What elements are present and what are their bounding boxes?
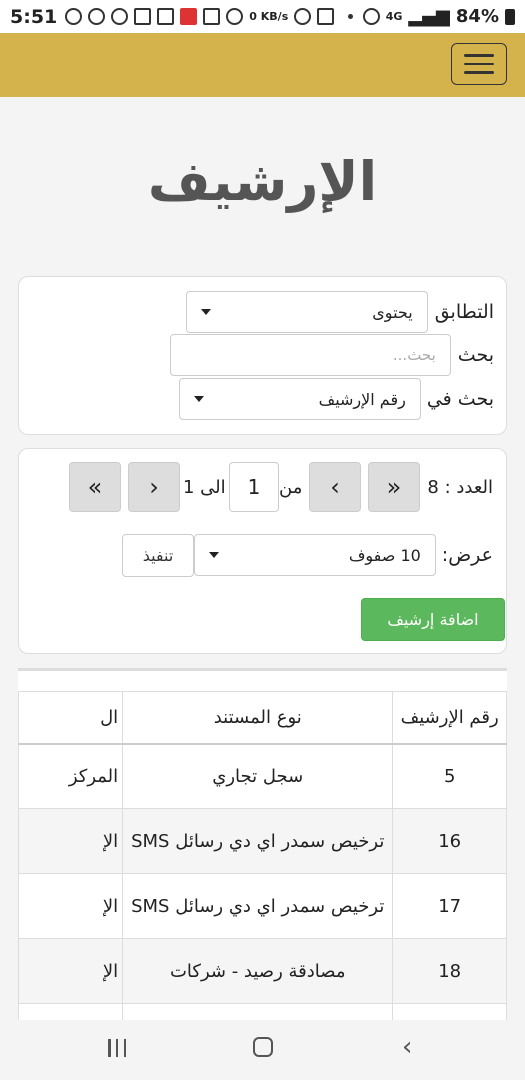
match-select-value: يحتوى <box>372 302 413 322</box>
alarm-icon <box>294 8 312 25</box>
gallery-icon <box>317 8 335 25</box>
cell-archive-number: 16 <box>392 808 507 874</box>
speed-unit: KB/s <box>260 10 289 23</box>
adobe-icon <box>180 8 198 25</box>
rows-select-value: 10 صفوف <box>348 545 421 565</box>
caret-down-icon <box>208 552 219 558</box>
table-row[interactable]: 17 ترخيص سمدر اي دي رسائل SMS الإ <box>18 873 507 939</box>
rows-select[interactable]: 10 صفوف <box>193 534 436 576</box>
more-notifications-icon <box>348 14 354 19</box>
column-header-document-type[interactable]: نوع المستند <box>122 691 394 745</box>
search-in-select-value: رقم الإرشيف <box>318 389 406 409</box>
last-page-button[interactable]: « <box>69 462 121 512</box>
column-header-archive-number[interactable]: رقم الإرشيف <box>392 691 507 745</box>
app-icon <box>88 8 106 25</box>
table-row[interactable] <box>18 1003 507 1020</box>
chevron-left-icon: ‹ <box>330 473 340 501</box>
news-icon <box>157 8 175 25</box>
display-label: عرض: <box>441 544 493 566</box>
from-label: من <box>279 477 303 498</box>
cell-archive-number: 18 <box>392 938 507 1004</box>
search-row: بحث <box>169 334 494 376</box>
cell-next: الإ <box>18 873 124 939</box>
table-row[interactable]: 16 ترخيص سمدر اي دي رسائل SMS الإ <box>18 808 507 874</box>
caret-down-icon <box>200 309 211 315</box>
search-in-select[interactable]: رقم الإرشيف <box>178 378 421 420</box>
match-label: التطابق <box>434 301 494 323</box>
status-time: 5:51 <box>10 5 58 28</box>
menu-toggle-button[interactable] <box>451 43 507 85</box>
first-page-button[interactable]: » <box>368 462 420 512</box>
chevron-right-icon: › <box>149 473 159 501</box>
home-icon[interactable] <box>253 1037 273 1057</box>
display-row: عرض: 10 صفوف <box>193 534 493 576</box>
cell-document-type: سجل تجاري <box>122 743 394 809</box>
cell-archive-number: 5 <box>392 743 507 809</box>
hamburger-icon <box>464 54 494 57</box>
next-page-button[interactable]: › <box>128 462 180 512</box>
double-chevron-left-icon: « <box>87 473 103 501</box>
cell-next: الإ <box>18 938 124 1004</box>
table-row[interactable]: 18 مصادقة رصيد - شركات الإ <box>18 938 507 1004</box>
add-archive-button[interactable]: اضافة إرشيف <box>361 598 505 641</box>
count-label: العدد : 8 <box>427 477 493 498</box>
archive-table-container[interactable]: رقم الإرشيف نوع المستند ال 5 سجل تجاري ا… <box>18 668 507 1020</box>
status-right: 4G ▂▄▆ 84% <box>362 6 515 27</box>
news-icon <box>134 8 152 25</box>
archive-table: رقم الإرشيف نوع المستند ال 5 سجل تجاري ا… <box>18 691 507 1020</box>
cell-document-type: ترخيص سمدر اي دي رسائل SMS <box>122 873 394 939</box>
status-bar: 5:51 0 KB/s 4G ▂▄▆ 84% <box>0 0 525 33</box>
recent-apps-icon[interactable] <box>108 1039 126 1057</box>
sync-icon <box>226 8 244 25</box>
cloud-icon <box>203 8 221 25</box>
current-page-input[interactable]: 1 <box>229 462 279 512</box>
execute-button[interactable]: تنفيذ <box>122 534 194 577</box>
battery-percent: 84% <box>455 6 499 27</box>
caret-down-icon <box>193 396 204 402</box>
match-select[interactable]: يحتوى <box>185 291 428 333</box>
signal-icon: ▂▄▆ <box>408 6 450 27</box>
total-pages-label: الى 1 <box>183 477 226 498</box>
cell-archive-number: 17 <box>392 873 507 939</box>
search-in-row: بحث في رقم الإرشيف <box>178 378 494 420</box>
notification-icons: 0 KB/s <box>65 8 354 25</box>
prev-page-button[interactable]: ‹ <box>309 462 361 512</box>
top-navbar <box>0 33 525 97</box>
match-row: التطابق يحتوى <box>185 291 494 333</box>
cell-document-type: ترخيص سمدر اي دي رسائل SMS <box>122 808 394 874</box>
table-header-row: رقم الإرشيف نوع المستند ال <box>18 691 507 745</box>
search-panel: التطابق يحتوى بحث بحث في رقم الإرشيف <box>18 276 507 435</box>
double-chevron-right-icon: » <box>386 473 402 501</box>
pagination-panel: العدد : 8 » ‹ من 1 الى 1 › « عرض: 10 صفو… <box>18 448 507 654</box>
page-title: الإرشيف <box>147 150 378 213</box>
battery-icon <box>505 8 515 25</box>
alarm-icon <box>362 8 380 25</box>
search-label: بحث <box>457 344 494 366</box>
cell-next: الإ <box>18 808 124 874</box>
network-type: 4G <box>385 10 403 23</box>
search-in-label: بحث في <box>426 388 494 410</box>
table-row[interactable]: 5 سجل تجاري المركز <box>18 743 507 809</box>
sync-icon <box>111 8 129 25</box>
speed-value: 0 <box>249 10 257 23</box>
whatsapp-icon <box>65 8 83 25</box>
cell-document-type: مصادقة رصيد - شركات <box>122 938 394 1004</box>
system-navigation-bar: ‹ <box>0 1020 525 1080</box>
back-icon[interactable]: ‹ <box>402 1034 412 1060</box>
column-header-next[interactable]: ال <box>18 691 124 745</box>
search-input[interactable] <box>169 334 451 376</box>
cell-next: المركز <box>18 743 124 809</box>
